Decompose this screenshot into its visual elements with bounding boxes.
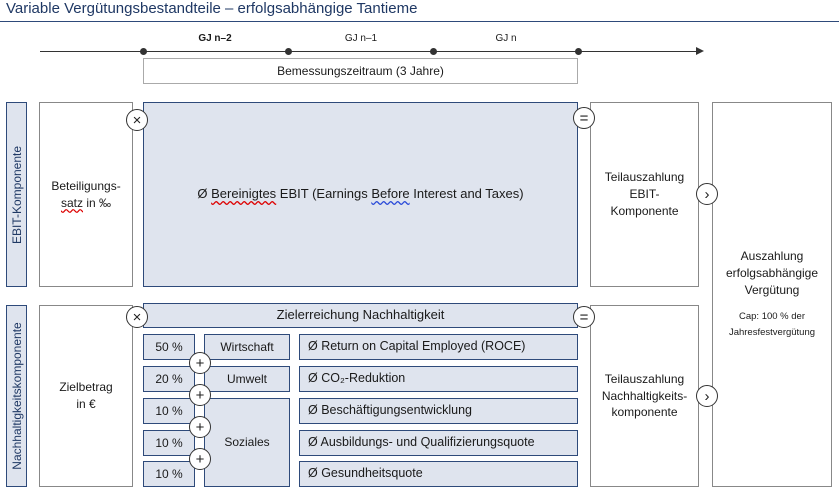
assessment-period: Bemessungszeitraum (3 Jahre): [143, 58, 578, 84]
sustainability-side-label: Nachhaltigkeitskomponente: [6, 305, 27, 487]
category-umwelt: Umwelt: [204, 366, 290, 392]
plus-icon: +: [189, 448, 211, 470]
category-wirtschaft: Wirtschaft: [204, 334, 290, 360]
timeline-dot: [285, 48, 292, 55]
sustainability-header: Zielerreichung Nachhaltigkeit: [143, 303, 578, 328]
year-label: GJ n: [495, 33, 517, 44]
sustainability-factor-box: Zielbetrag in €: [39, 305, 133, 487]
ebit-factor-box: Beteiligungs- satz in ‰: [39, 102, 133, 287]
page-title: Variable Vergütungsbestandteile – erfolg…: [6, 0, 418, 17]
year-label: GJ n–2: [198, 33, 232, 44]
equals-icon: =: [573, 107, 595, 129]
timeline-dot: [430, 48, 437, 55]
weight-cell: 50 %: [143, 334, 195, 360]
arrow-right-icon: ›: [696, 385, 718, 407]
multiply-icon: ×: [126, 109, 148, 131]
weight-cell: 10 %: [143, 461, 195, 487]
kpi-health: Ø Gesundheitsquote: [299, 461, 578, 487]
kpi-co2: Ø CO₂-Reduktion: [299, 366, 578, 392]
ebit-side-label: EBIT-Komponente: [6, 102, 27, 287]
ebit-metric-box: Ø Bereinigtes EBIT (Earnings Before Inte…: [143, 102, 578, 287]
timeline-axis: [40, 51, 698, 52]
weight-cell: 10 %: [143, 430, 195, 456]
ebit-partial-payout: Teilauszahlung EBIT- Komponente: [590, 102, 699, 287]
plus-icon: +: [189, 416, 211, 438]
cap-note: Cap: 100 % der Jahresfestvergütung: [728, 310, 816, 338]
weight-cell: 20 %: [143, 366, 195, 392]
kpi-employment: Ø Beschäftigungsentwicklung: [299, 398, 578, 424]
kpi-training: Ø Ausbildungs- und Qualifizierungsquote: [299, 430, 578, 456]
weight-cell: 10 %: [143, 398, 195, 424]
kpi-roce: Ø Return on Capital Employed (ROCE): [299, 334, 578, 360]
timeline-dot: [140, 48, 147, 55]
equals-icon: =: [573, 306, 595, 328]
total-payout-box: Auszahlung erfolgsabhängige Vergütung Ca…: [712, 102, 832, 487]
sustainability-partial-payout: Teilauszahlung Nachhaltigkeits- komponen…: [590, 305, 699, 487]
multiply-icon: ×: [126, 306, 148, 328]
arrow-right-icon: ›: [696, 183, 718, 205]
year-label: GJ n–1: [344, 33, 378, 44]
timeline-dot: [575, 48, 582, 55]
plus-icon: +: [189, 384, 211, 406]
title-divider: [0, 21, 839, 22]
category-soziales: Soziales: [204, 398, 290, 487]
plus-icon: +: [189, 352, 211, 374]
timeline-arrow-icon: [696, 47, 704, 55]
